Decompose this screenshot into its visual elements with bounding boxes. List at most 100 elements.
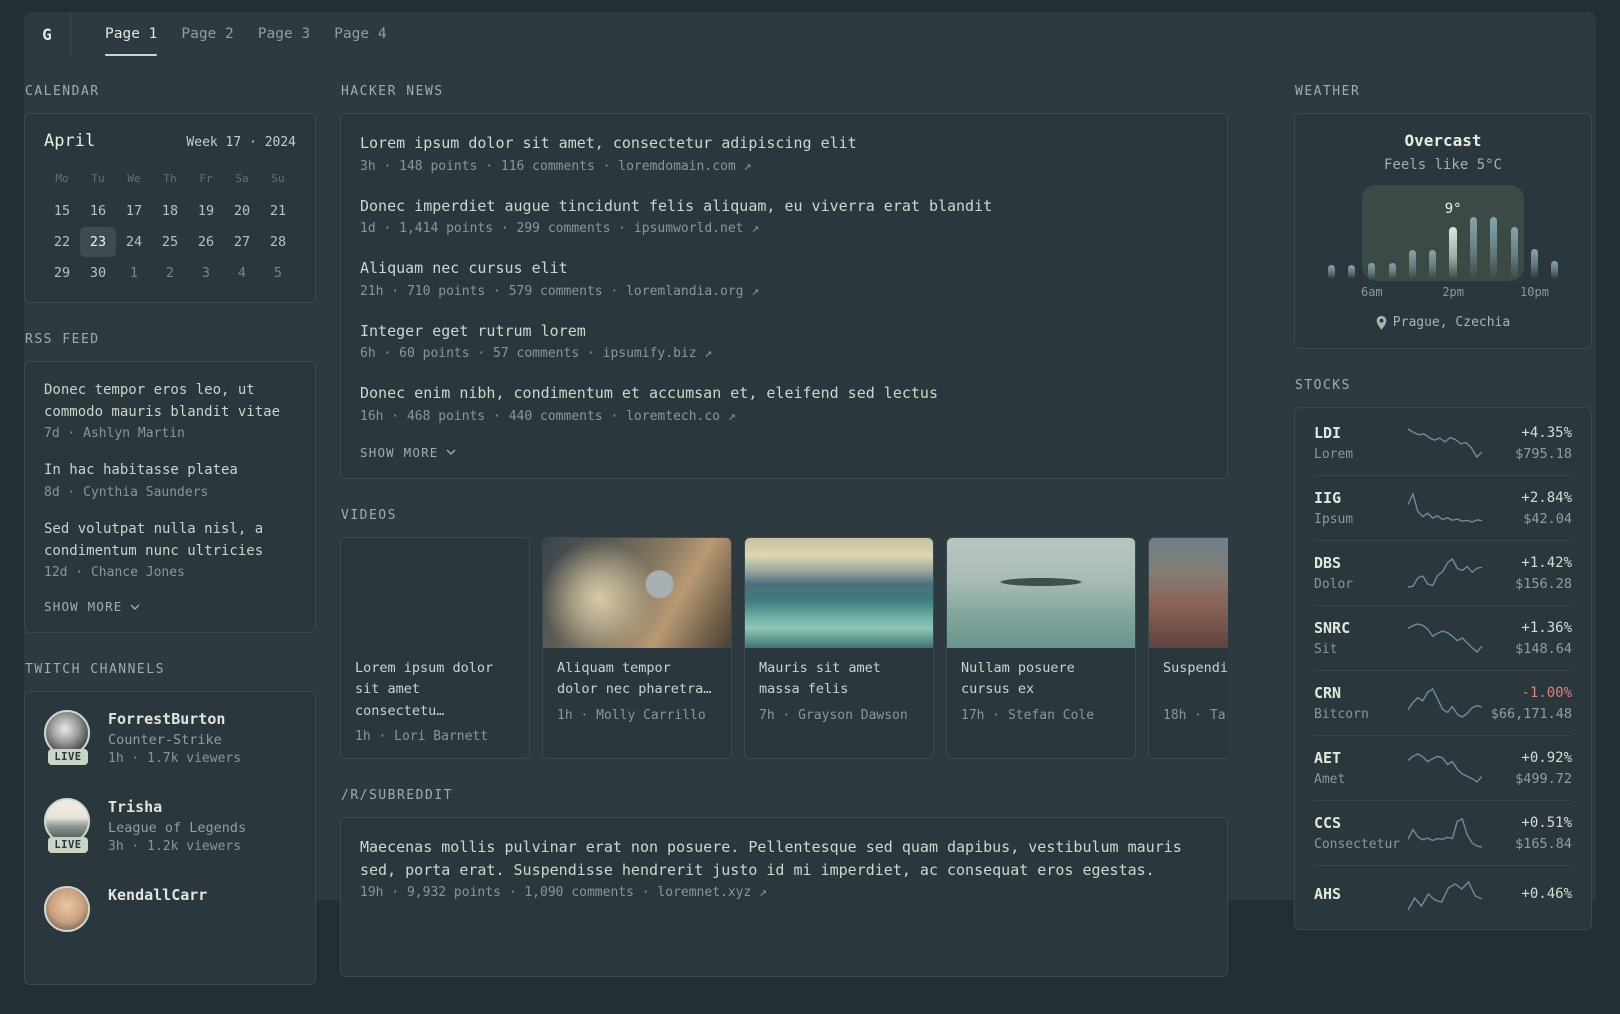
calendar-grid: Mo Tu We Th Fr Sa Su 15 16 17 18 19 20 21 22 23 24 25 26 27… (44, 168, 296, 288)
calendar-day-30[interactable]: 30 (80, 258, 116, 288)
right-column: WEATHER Overcast Feels like 5°C 9° 6am 2p… (1294, 84, 1592, 1014)
video-title[interactable]: Nullam posuere cursus ex (961, 658, 1121, 701)
story-meta[interactable]: 6h · 60 points · 57 comments · ipsumify.… (360, 346, 1208, 361)
rss-item-meta: 12d · Chance Jones (44, 565, 185, 581)
video-card[interactable]: Aliquam tempor dolor nec pharetra… 1h · … (542, 536, 732, 760)
twitch-channel-row[interactable]: LIVE Trisha League of Legends 3h · 1.2k … (44, 798, 296, 864)
calendar-day-23[interactable]: 23 (80, 227, 116, 257)
calendar-day-16[interactable]: 16 (80, 196, 116, 226)
nav-tab-page-1[interactable]: Page 1 (93, 12, 169, 56)
story-meta[interactable]: 3h · 148 points · 116 comments · loremdo… (360, 159, 1208, 174)
section-heading-weather: WEATHER (1295, 84, 1361, 99)
calendar-day-3[interactable]: 3 (188, 258, 224, 288)
video-title[interactable]: Suspendisse diam (1163, 658, 1228, 701)
stock-row-ahs[interactable]: AHS +0.46% (1314, 865, 1572, 926)
calendar-day-1[interactable]: 1 (116, 258, 152, 288)
video-thumbnail-foggy-canoe[interactable] (947, 537, 1135, 648)
stock-row-ldi[interactable]: LDI Lorem +4.35% $795.18 (1314, 411, 1572, 475)
video-thumbnail-pillars-sky[interactable] (341, 538, 529, 648)
video-thumbnail-misty-field-figure[interactable] (1149, 537, 1228, 648)
video-card[interactable]: Mauris sit amet massa felis 7h · Grayson… (744, 536, 934, 760)
calendar-day-5[interactable]: 5 (260, 258, 296, 288)
calendar-day-20[interactable]: 20 (224, 196, 260, 226)
story-meta[interactable]: 19h · 9,932 points · 1,090 comments · lo… (360, 885, 1208, 900)
twitch-channel-row[interactable]: LIVE KendallCarr (44, 886, 296, 952)
calendar-day-29[interactable]: 29 (44, 258, 80, 288)
video-thumbnail-boat-wake-sea[interactable] (745, 537, 933, 648)
story-title[interactable]: Donec enim nibh, condimentum et accumsan… (360, 382, 1208, 405)
calendar-day-28[interactable]: 28 (260, 227, 296, 257)
weather-bar (1551, 261, 1559, 279)
stocks-card: LDI Lorem +4.35% $795.18 IIG Ipsum +2.84… (1294, 407, 1592, 930)
story-title[interactable]: Maecenas mollis pulvinar erat non posuer… (360, 836, 1208, 881)
stock-row-aet[interactable]: AET Amet +0.92% $499.72 (1314, 735, 1572, 800)
nav-tab-page-4[interactable]: Page 4 (322, 12, 398, 56)
calendar-day-19[interactable]: 19 (188, 196, 224, 226)
video-title[interactable]: Mauris sit amet massa felis (759, 658, 919, 701)
story-title[interactable]: Integer eget rutrum lorem (360, 320, 1208, 343)
rss-show-more-button[interactable]: SHOW MORE (44, 599, 140, 614)
stock-change: +2.84% (1521, 489, 1572, 506)
calendar-weekday-we: We (127, 172, 141, 185)
stock-row-crn[interactable]: CRN Bitcorn -1.00% $66,171.48 (1314, 670, 1572, 735)
rss-item-meta: 7d · Ashlyn Martin (44, 426, 185, 442)
story-title[interactable]: Lorem ipsum dolor sit amet, consectetur … (360, 132, 1208, 155)
calendar-card: April Week 17 · 2024 Mo Tu We Th Fr Sa Su 15 16 1… (24, 113, 316, 303)
twitch-channel-name[interactable]: Trisha (108, 798, 246, 816)
stock-row-iig[interactable]: IIG Ipsum +2.84% $42.04 (1314, 475, 1572, 540)
section-heading-videos: VIDEOS (341, 507, 397, 523)
story-meta[interactable]: 21h · 710 points · 579 comments · loreml… (360, 284, 1208, 299)
calendar-day-15[interactable]: 15 (44, 196, 80, 226)
rss-item-title[interactable]: Donec tempor eros leo, ut commodo mauris… (44, 380, 296, 423)
calendar-day-17[interactable]: 17 (116, 196, 152, 226)
stock-symbol: LDI (1314, 424, 1342, 442)
video-title[interactable]: Lorem ipsum dolor sit amet consectetu… (355, 658, 515, 723)
videos-row: Lorem ipsum dolor sit amet consectetu… 1… (340, 536, 1228, 760)
calendar-day-22[interactable]: 22 (44, 227, 80, 257)
hackernews-show-more-button[interactable]: SHOW MORE (360, 445, 456, 460)
twitch-avatar-wrap: LIVE (44, 886, 92, 952)
video-thumbnail-vintage-camera[interactable] (543, 537, 731, 648)
weather-bar-slot (1402, 187, 1422, 279)
calendar-day-27[interactable]: 27 (224, 227, 260, 257)
story-title[interactable]: Donec imperdiet augue tincidunt felis al… (360, 195, 1208, 218)
video-title[interactable]: Aliquam tempor dolor nec pharetra… (557, 658, 717, 701)
hackernews-story: Donec imperdiet augue tincidunt felis al… (360, 195, 1208, 237)
video-card[interactable]: Nullam posuere cursus ex 17h · Stefan Co… (946, 536, 1136, 760)
twitch-channel-row[interactable]: LIVE ForrestBurton Counter-Strike 1h · 1… (44, 710, 296, 776)
story-title[interactable]: Aliquam nec cursus elit (360, 257, 1208, 280)
story-meta[interactable]: 16h · 468 points · 440 comments · loremt… (360, 409, 1208, 424)
rss-item: Sed volutpat nulla nisl, a condimentum n… (44, 519, 296, 580)
calendar-day-4[interactable]: 4 (224, 258, 260, 288)
app-logo[interactable]: G (24, 12, 71, 56)
rss-item-title[interactable]: In hac habitasse platea (44, 460, 296, 482)
calendar-day-25[interactable]: 25 (152, 227, 188, 257)
twitch-channel-name[interactable]: ForrestBurton (108, 710, 241, 728)
nav-tab-page-2[interactable]: Page 2 (169, 12, 245, 56)
twitch-game: League of Legends (108, 820, 247, 837)
weather-bars: 9° (1321, 187, 1565, 279)
calendar-day-24[interactable]: 24 (116, 227, 152, 257)
calendar-day-18[interactable]: 18 (152, 196, 188, 226)
weather-bar (1429, 250, 1437, 279)
calendar-weekday-tu: Tu (91, 172, 105, 185)
weather-bar-slot (1321, 187, 1341, 279)
video-card[interactable]: Lorem ipsum dolor sit amet consectetu… 1… (340, 536, 530, 760)
calendar-day-26[interactable]: 26 (188, 227, 224, 257)
stock-sparkline (1404, 751, 1486, 785)
stock-symbol: DBS (1314, 554, 1342, 572)
stock-row-dbs[interactable]: DBS Dolor +1.42% $156.28 (1314, 540, 1572, 605)
stock-row-snrc[interactable]: SNRC Sit +1.36% $148.64 (1314, 605, 1572, 670)
story-meta[interactable]: 1d · 1,414 points · 299 comments · ipsum… (360, 221, 1208, 236)
rss-item-title[interactable]: Sed volutpat nulla nisl, a condimentum n… (44, 519, 296, 562)
hackernews-story: Integer eget rutrum lorem 6h · 60 points… (360, 320, 1208, 362)
stock-symbol: SNRC (1314, 619, 1351, 637)
stock-row-ccs[interactable]: CCS Consectetur +0.51% $165.84 (1314, 800, 1572, 865)
content: CALENDAR April Week 17 · 2024 Mo Tu We Th Fr… (24, 56, 1596, 1014)
calendar-day-2[interactable]: 2 (152, 258, 188, 288)
nav-tab-page-3[interactable]: Page 3 (246, 12, 322, 56)
video-card[interactable]: Suspendisse diam 18h · Tara (1148, 536, 1228, 760)
calendar-day-21[interactable]: 21 (260, 196, 296, 226)
stock-change: +1.42% (1521, 554, 1572, 571)
twitch-channel-name[interactable]: KendallCarr (108, 886, 207, 904)
